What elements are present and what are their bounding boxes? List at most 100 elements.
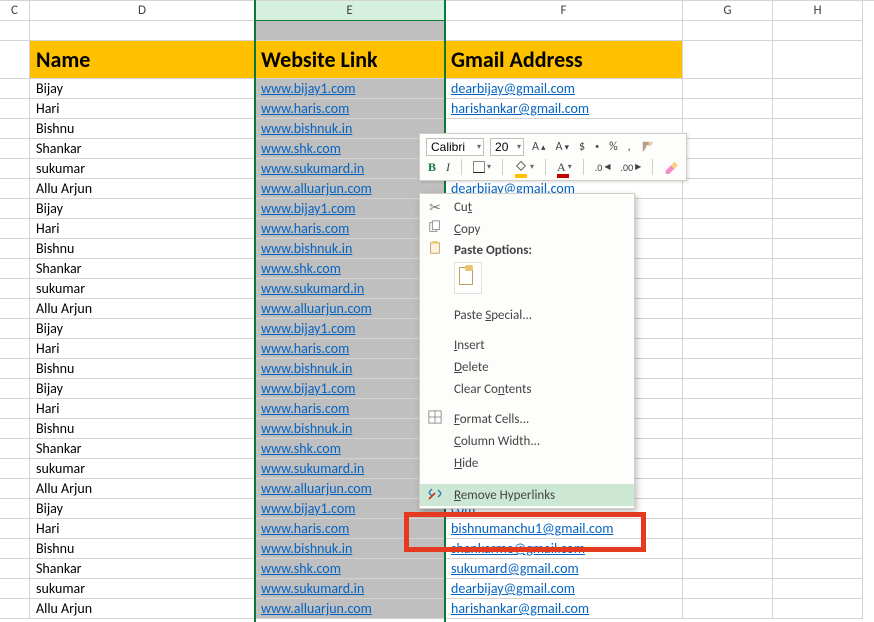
menu-copy[interactable]: Copy bbox=[420, 218, 634, 240]
empty-cell[interactable] bbox=[683, 259, 773, 279]
cell-name[interactable]: Bijay bbox=[30, 499, 255, 519]
empty-cell[interactable] bbox=[0, 259, 30, 279]
hyperlink[interactable]: www.sukumard.in bbox=[261, 460, 364, 477]
empty-cell[interactable] bbox=[255, 21, 445, 41]
empty-cell[interactable] bbox=[0, 439, 30, 459]
empty-cell[interactable] bbox=[773, 519, 863, 539]
empty-cell[interactable] bbox=[0, 199, 30, 219]
menu-hide[interactable]: Hide bbox=[420, 452, 634, 474]
cell-email[interactable]: dearbijay@gmail.com bbox=[445, 79, 683, 99]
cell-website-link[interactable]: www.bishnuk.in bbox=[255, 359, 445, 379]
empty-cell[interactable] bbox=[0, 559, 30, 579]
empty-cell[interactable] bbox=[0, 579, 30, 599]
hyperlink[interactable]: www.bishnuk.in bbox=[261, 540, 352, 557]
cell-email[interactable]: dearbijay@gmail.com bbox=[445, 579, 683, 599]
empty-cell[interactable] bbox=[773, 179, 863, 199]
hyperlink[interactable]: www.haris.com bbox=[261, 520, 349, 537]
cell-name[interactable]: Shankar bbox=[30, 259, 255, 279]
percent-format-button[interactable]: % bbox=[607, 140, 620, 154]
empty-cell[interactable] bbox=[773, 439, 863, 459]
cell-website-link[interactable]: www.alluarjun.com bbox=[255, 179, 445, 199]
empty-cell[interactable] bbox=[683, 419, 773, 439]
empty-cell[interactable] bbox=[0, 599, 30, 619]
cell-name[interactable]: Shankar bbox=[30, 439, 255, 459]
cell-name[interactable]: sukumar bbox=[30, 159, 255, 179]
empty-cell[interactable] bbox=[0, 299, 30, 319]
empty-cell[interactable] bbox=[773, 199, 863, 219]
font-color-button[interactable]: A ▾ bbox=[555, 160, 574, 175]
hyperlink[interactable]: www.bijay1.com bbox=[261, 380, 355, 397]
hyperlink[interactable]: www.bijay1.com bbox=[261, 200, 355, 217]
hyperlink[interactable]: dearbijay@gmail.com bbox=[451, 580, 575, 597]
paste-default-button[interactable] bbox=[454, 262, 482, 294]
empty-cell[interactable] bbox=[0, 159, 30, 179]
empty-cell[interactable] bbox=[683, 139, 773, 159]
empty-cell[interactable] bbox=[683, 319, 773, 339]
cell-website-link[interactable]: www.bijay1.com bbox=[255, 379, 445, 399]
hyperlink[interactable]: www.sukumard.in bbox=[261, 160, 364, 177]
empty-cell[interactable] bbox=[683, 519, 773, 539]
empty-cell[interactable] bbox=[683, 219, 773, 239]
cell-name[interactable]: Bijay bbox=[30, 79, 255, 99]
column-header-D[interactable]: D bbox=[30, 1, 255, 21]
cell-name[interactable]: Allu Arjun bbox=[30, 179, 255, 199]
empty-cell[interactable] bbox=[773, 479, 863, 499]
empty-cell[interactable] bbox=[773, 399, 863, 419]
hyperlink[interactable]: www.bijay1.com bbox=[261, 80, 355, 97]
font-size-combo[interactable]: ▾ bbox=[490, 138, 524, 156]
hyperlink[interactable]: www.alluarjun.com bbox=[261, 180, 372, 197]
cell-website-link[interactable]: www.bijay1.com bbox=[255, 199, 445, 219]
cell-name[interactable]: Bishnu bbox=[30, 419, 255, 439]
column-header-H[interactable]: H bbox=[773, 1, 863, 21]
empty-cell[interactable] bbox=[0, 499, 30, 519]
hyperlink[interactable]: sukumard@gmail.com bbox=[451, 560, 579, 577]
empty-cell[interactable] bbox=[30, 21, 255, 41]
empty-cell[interactable] bbox=[0, 79, 30, 99]
empty-cell[interactable] bbox=[683, 279, 773, 299]
font-name-input[interactable] bbox=[429, 140, 477, 154]
cell-website-link[interactable]: www.bishnuk.in bbox=[255, 419, 445, 439]
empty-cell[interactable] bbox=[773, 419, 863, 439]
cell-name[interactable]: Hari bbox=[30, 339, 255, 359]
empty-cell[interactable] bbox=[773, 319, 863, 339]
cell-website-link[interactable]: www.shk.com bbox=[255, 259, 445, 279]
empty-cell[interactable] bbox=[0, 119, 30, 139]
increase-decimal-button[interactable]: .00▶ bbox=[618, 161, 643, 174]
empty-cell[interactable] bbox=[773, 599, 863, 619]
comma-format-button[interactable]: , bbox=[626, 140, 633, 154]
cell-website-link[interactable]: www.alluarjun.com bbox=[255, 479, 445, 499]
empty-cell[interactable] bbox=[0, 539, 30, 559]
empty-cell[interactable] bbox=[0, 399, 30, 419]
cell-email[interactable]: shankarme@gmail.com bbox=[445, 539, 683, 559]
cell-website-link[interactable]: www.haris.com bbox=[255, 519, 445, 539]
hyperlink[interactable]: www.alluarjun.com bbox=[261, 480, 372, 497]
cell-website-link[interactable]: www.bijay1.com bbox=[255, 499, 445, 519]
hyperlink[interactable]: harishankar@gmail.com bbox=[451, 100, 589, 117]
column-header-C[interactable]: C bbox=[0, 1, 30, 21]
cell-name[interactable]: Bishnu bbox=[30, 539, 255, 559]
hyperlink[interactable]: www.bijay1.com bbox=[261, 500, 355, 517]
hyperlink[interactable]: www.shk.com bbox=[261, 560, 341, 577]
empty-cell[interactable] bbox=[0, 179, 30, 199]
empty-cell[interactable] bbox=[683, 21, 773, 41]
empty-cell[interactable] bbox=[445, 21, 683, 41]
hyperlink[interactable]: www.bijay1.com bbox=[261, 320, 355, 337]
hyperlink[interactable]: www.haris.com bbox=[261, 340, 349, 357]
decrease-font-button[interactable]: A▾ bbox=[554, 140, 571, 154]
empty-cell[interactable] bbox=[683, 459, 773, 479]
cell-website-link[interactable]: www.bishnuk.in bbox=[255, 539, 445, 559]
empty-cell[interactable] bbox=[683, 239, 773, 259]
cell-website-link[interactable]: www.sukumard.in bbox=[255, 579, 445, 599]
empty-cell[interactable] bbox=[0, 41, 30, 79]
cell-website-link[interactable]: www.haris.com bbox=[255, 339, 445, 359]
empty-cell[interactable] bbox=[773, 459, 863, 479]
empty-cell[interactable] bbox=[683, 379, 773, 399]
empty-cell[interactable] bbox=[683, 439, 773, 459]
increase-font-button[interactable]: A▴ bbox=[530, 140, 547, 154]
empty-cell[interactable] bbox=[773, 279, 863, 299]
empty-cell[interactable] bbox=[683, 539, 773, 559]
cell-name[interactable]: Allu Arjun bbox=[30, 599, 255, 619]
border-button[interactable]: ▾ bbox=[471, 161, 493, 173]
empty-cell[interactable] bbox=[0, 21, 30, 41]
empty-cell[interactable] bbox=[683, 41, 773, 79]
